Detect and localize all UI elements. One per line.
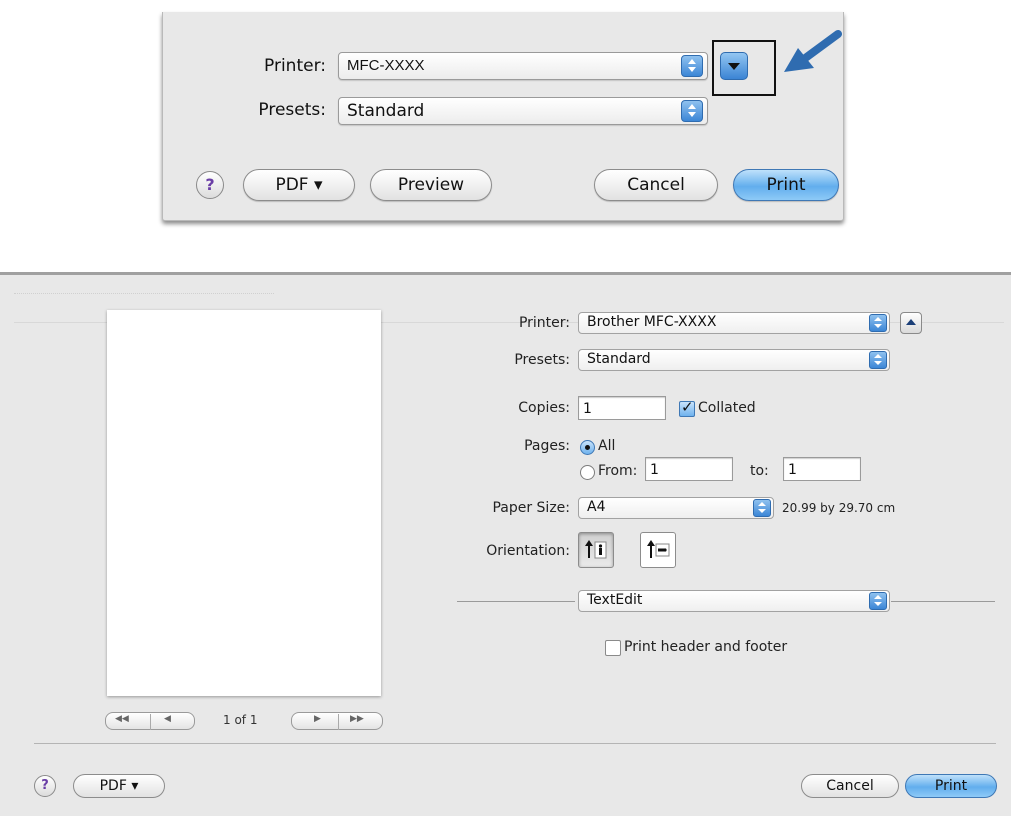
presets-value: Standard bbox=[587, 351, 651, 367]
section-divider-right bbox=[891, 601, 995, 602]
print-header-footer-label: Print header and footer bbox=[624, 639, 788, 655]
printer-value: MFC-XXXX bbox=[347, 57, 425, 74]
landscape-icon bbox=[647, 540, 670, 558]
next-page-icon[interactable]: ▶ bbox=[314, 714, 321, 724]
printer-popup[interactable]: MFC-XXXX bbox=[338, 52, 708, 80]
printer-popup[interactable]: Brother MFC-XXXX bbox=[578, 312, 890, 334]
highlight-box bbox=[712, 40, 776, 96]
previous-page-icon[interactable]: ◀ bbox=[164, 714, 171, 724]
presets-stepper-icon bbox=[869, 351, 887, 369]
pages-to-field[interactable]: 1 bbox=[783, 457, 861, 481]
pages-from-label: From: bbox=[598, 463, 638, 479]
orientation-portrait-button[interactable] bbox=[578, 532, 614, 568]
preview-back-controls: ◀◀ ◀ bbox=[105, 712, 195, 730]
presets-stepper-icon bbox=[681, 100, 703, 122]
pdf-button[interactable]: PDF ▾ bbox=[73, 774, 165, 798]
printer-value: Brother MFC-XXXX bbox=[587, 314, 717, 330]
collated-label: Collated bbox=[698, 400, 756, 416]
page-preview bbox=[107, 310, 381, 696]
section-stepper-icon bbox=[869, 592, 887, 610]
help-button[interactable]: ? bbox=[196, 171, 224, 199]
presets-popup[interactable]: Standard bbox=[578, 349, 890, 371]
section-divider-left bbox=[457, 601, 575, 602]
orientation-label: Orientation: bbox=[486, 543, 570, 559]
copies-label: Copies: bbox=[518, 400, 570, 416]
collated-checkbox[interactable] bbox=[679, 398, 695, 417]
pdf-button[interactable]: PDF ▾ bbox=[243, 169, 355, 201]
disclosure-up-icon bbox=[906, 319, 916, 325]
print-button[interactable]: Print bbox=[733, 169, 839, 201]
pages-from-radio[interactable] bbox=[580, 465, 595, 480]
pages-all-label: All bbox=[598, 438, 616, 454]
preview-forward-controls: ▶ ▶▶ bbox=[291, 712, 383, 730]
printer-stepper-icon bbox=[869, 314, 887, 332]
background-window-ghost bbox=[14, 293, 274, 300]
presets-label: Presets: bbox=[514, 352, 570, 368]
preview-button[interactable]: Preview bbox=[370, 169, 492, 201]
collapse-disclosure-button[interactable] bbox=[900, 312, 922, 334]
copies-field[interactable]: 1 bbox=[578, 396, 666, 420]
cancel-button[interactable]: Cancel bbox=[801, 774, 899, 798]
first-page-icon[interactable]: ◀◀ bbox=[115, 714, 129, 724]
print-header-footer-checkbox[interactable] bbox=[605, 640, 621, 656]
pages-to-label: to: bbox=[750, 463, 769, 479]
paper-size-label: Paper Size: bbox=[492, 500, 570, 516]
cancel-button[interactable]: Cancel bbox=[594, 169, 718, 201]
presets-value: Standard bbox=[347, 101, 425, 121]
section-menu-value: TextEdit bbox=[587, 592, 643, 608]
presets-popup[interactable]: Standard bbox=[338, 97, 708, 125]
help-button[interactable]: ? bbox=[34, 775, 56, 797]
print-button[interactable]: Print bbox=[905, 774, 997, 798]
pages-all-radio[interactable] bbox=[580, 440, 595, 455]
pages-label: Pages: bbox=[524, 438, 570, 454]
printer-label: Printer: bbox=[264, 56, 326, 76]
footer-divider bbox=[34, 743, 996, 744]
portrait-icon bbox=[585, 540, 607, 559]
pages-from-field[interactable]: 1 bbox=[645, 457, 733, 481]
orientation-landscape-button[interactable] bbox=[640, 532, 676, 568]
paper-size-value: A4 bbox=[587, 499, 606, 515]
page-counter: 1 of 1 bbox=[223, 713, 258, 727]
paper-dimensions: 20.99 by 29.70 cm bbox=[782, 501, 896, 515]
paper-size-popup[interactable]: A4 bbox=[578, 497, 774, 519]
callout-arrow-icon bbox=[784, 30, 842, 72]
last-page-icon[interactable]: ▶▶ bbox=[350, 714, 364, 724]
paper-size-stepper-icon bbox=[753, 499, 771, 517]
presets-label: Presets: bbox=[258, 100, 326, 120]
section-popup[interactable]: TextEdit bbox=[578, 590, 890, 612]
printer-label: Printer: bbox=[518, 315, 570, 331]
printer-stepper-icon bbox=[681, 55, 703, 77]
